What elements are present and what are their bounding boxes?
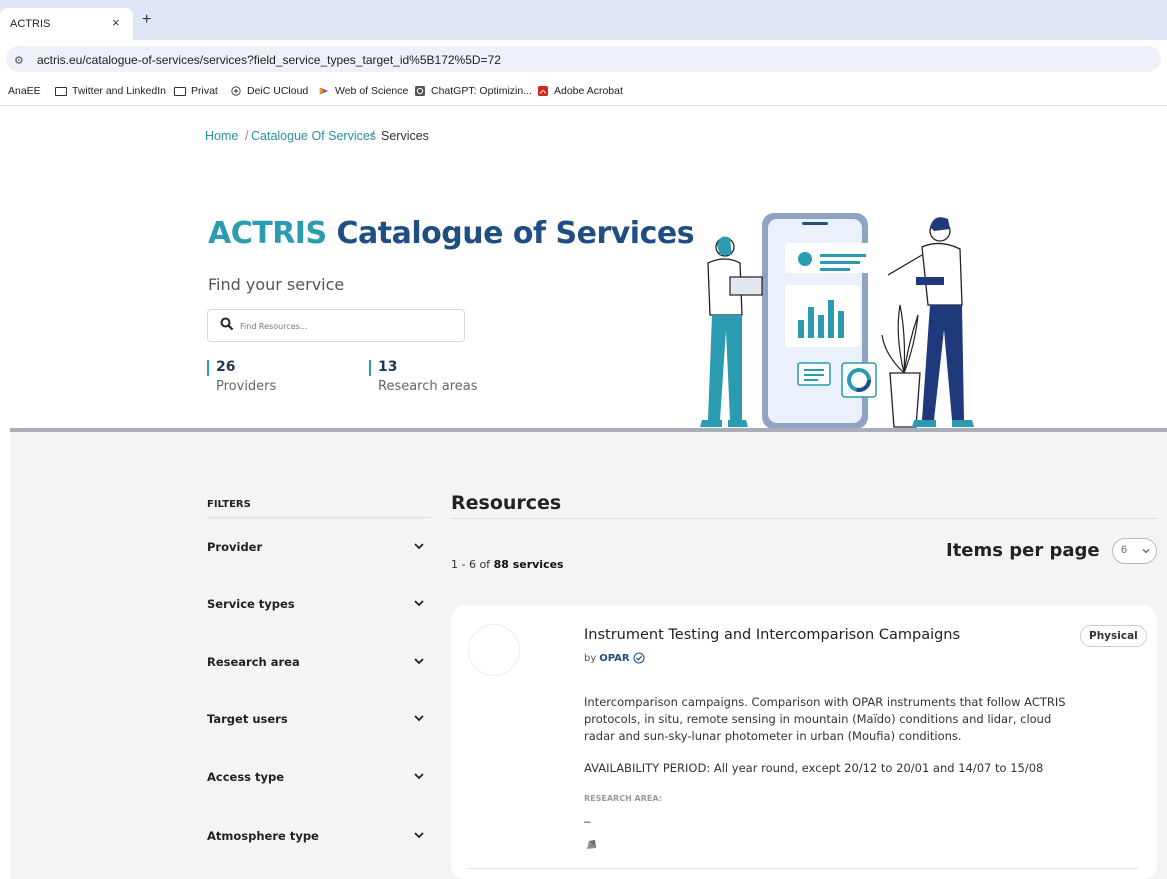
availability-period: AVAILABILITY PERIOD: All year round, exc… — [584, 761, 1044, 775]
bookmark-twitter-linkedin[interactable]: Twitter and LinkedIn — [55, 85, 166, 97]
tab-title: ACTRIS — [10, 18, 51, 30]
folder-icon — [55, 86, 67, 96]
filter-label: Access type — [207, 770, 285, 784]
url-text[interactable]: actris.eu/catalogue-of-services/services… — [37, 53, 501, 67]
filter-research-area[interactable]: Research area — [207, 655, 431, 675]
results-count-total: 88 services — [493, 558, 564, 571]
resources-title: Resources — [451, 492, 562, 514]
search-icon — [220, 317, 234, 331]
browser-tab-bar — [0, 0, 1167, 40]
breadcrumb-catalogue[interactable]: Catalogue Of Services — [251, 129, 376, 143]
verified-icon — [633, 652, 645, 664]
bookmark-label: Twitter and LinkedIn — [72, 85, 166, 97]
chevron-down-icon — [414, 543, 424, 550]
title-brand: ACTRIS — [208, 216, 327, 251]
service-description: Intercomparison campaigns. Comparison wi… — [584, 695, 1066, 743]
acrobat-icon — [538, 86, 548, 96]
chevron-down-icon — [1142, 549, 1150, 554]
filter-atmosphere-type[interactable]: Atmosphere type — [207, 829, 431, 849]
stat-marker — [207, 360, 209, 376]
bookmark-adobe-acrobat[interactable]: Adobe Acrobat — [537, 85, 623, 97]
bookmark-label: AnaEE — [8, 85, 41, 97]
research-areas-count: 13 — [378, 359, 398, 375]
bookmark-label: Web of Science — [335, 85, 409, 97]
chevron-down-icon — [414, 773, 424, 780]
bookmark-label: ChatGPT: Optimizin... — [431, 85, 532, 97]
hero-illustration — [700, 213, 974, 429]
browser-tab[interactable]: ACTRIS × — [0, 8, 133, 40]
breadcrumb-home[interactable]: Home — [205, 129, 238, 143]
bookmark-privat[interactable]: Privat — [174, 85, 218, 97]
research-area-label: RESEARCH AREA: — [584, 794, 662, 803]
bookmark-chatgpt[interactable]: ChatGPT: Optimizin... — [414, 85, 532, 97]
filter-label: Research area — [207, 655, 300, 669]
filter-access-type[interactable]: Access type — [207, 770, 431, 790]
provider-logo — [468, 624, 520, 676]
breadcrumb-separator: / — [245, 129, 249, 143]
chevron-down-icon — [414, 715, 424, 722]
card-divider — [468, 868, 1138, 869]
bookmark-deic-ucloud[interactable]: DeiC UCloud — [230, 85, 308, 97]
provider-name[interactable]: OPAR — [599, 653, 629, 664]
bookmark-label: Privat — [191, 85, 218, 97]
chevron-down-icon — [414, 832, 424, 839]
filter-label: Service types — [207, 597, 295, 611]
search-input[interactable] — [240, 318, 455, 334]
filter-target-users[interactable]: Target users — [207, 712, 431, 732]
providers-label: Providers — [216, 379, 277, 394]
bookmark-label: Adobe Acrobat — [554, 85, 623, 97]
filter-service-types[interactable]: Service types — [207, 597, 431, 617]
chevron-down-icon — [414, 600, 424, 607]
research-area-icon — [587, 840, 596, 849]
items-per-page-value: 6 — [1121, 544, 1128, 556]
folder-icon — [174, 86, 186, 96]
breadcrumb-separator: / — [371, 129, 375, 143]
results-count-prefix: 1 - 6 of — [451, 558, 491, 571]
service-type-badge: Physical — [1080, 625, 1147, 647]
resources-divider — [451, 518, 1157, 519]
filter-provider[interactable]: Provider — [207, 540, 431, 560]
service-title[interactable]: Instrument Testing and Intercomparison C… — [584, 627, 960, 643]
cloud-icon — [231, 86, 241, 96]
chatgpt-icon — [415, 86, 425, 96]
filter-label: Atmosphere type — [207, 829, 319, 843]
items-per-page-label: Items per page — [946, 540, 1100, 561]
filters-divider — [207, 517, 431, 518]
site-info-icon[interactable]: ⚙ — [14, 54, 24, 67]
providers-count: 26 — [216, 359, 236, 375]
new-tab-button[interactable]: + — [142, 12, 151, 28]
service-provider: by OPAR — [584, 652, 645, 664]
filter-label: Target users — [207, 712, 288, 726]
research-area-value: – — [584, 814, 591, 828]
wos-icon — [319, 87, 329, 95]
bookmark-label: DeiC UCloud — [247, 85, 309, 97]
hero-subtitle: Find your service — [208, 275, 345, 294]
results-count: 1 - 6 of 88 services — [451, 558, 564, 571]
title-rest: Catalogue of Services — [336, 216, 695, 251]
filter-label: Provider — [207, 540, 263, 554]
stat-marker — [369, 360, 371, 376]
provider-prefix: by — [584, 652, 597, 664]
bookmark-web-of-science[interactable]: Web of Science — [318, 85, 408, 97]
close-tab-icon[interactable]: × — [112, 15, 120, 30]
research-areas-label: Research areas — [378, 379, 478, 394]
breadcrumb-current: Services — [381, 129, 429, 143]
filters-title: FILTERS — [207, 499, 251, 510]
chevron-down-icon — [414, 658, 424, 665]
bookmark-anaee[interactable]: AnaEE — [8, 85, 41, 97]
page-title: ACTRIS Catalogue of Services — [208, 216, 695, 251]
